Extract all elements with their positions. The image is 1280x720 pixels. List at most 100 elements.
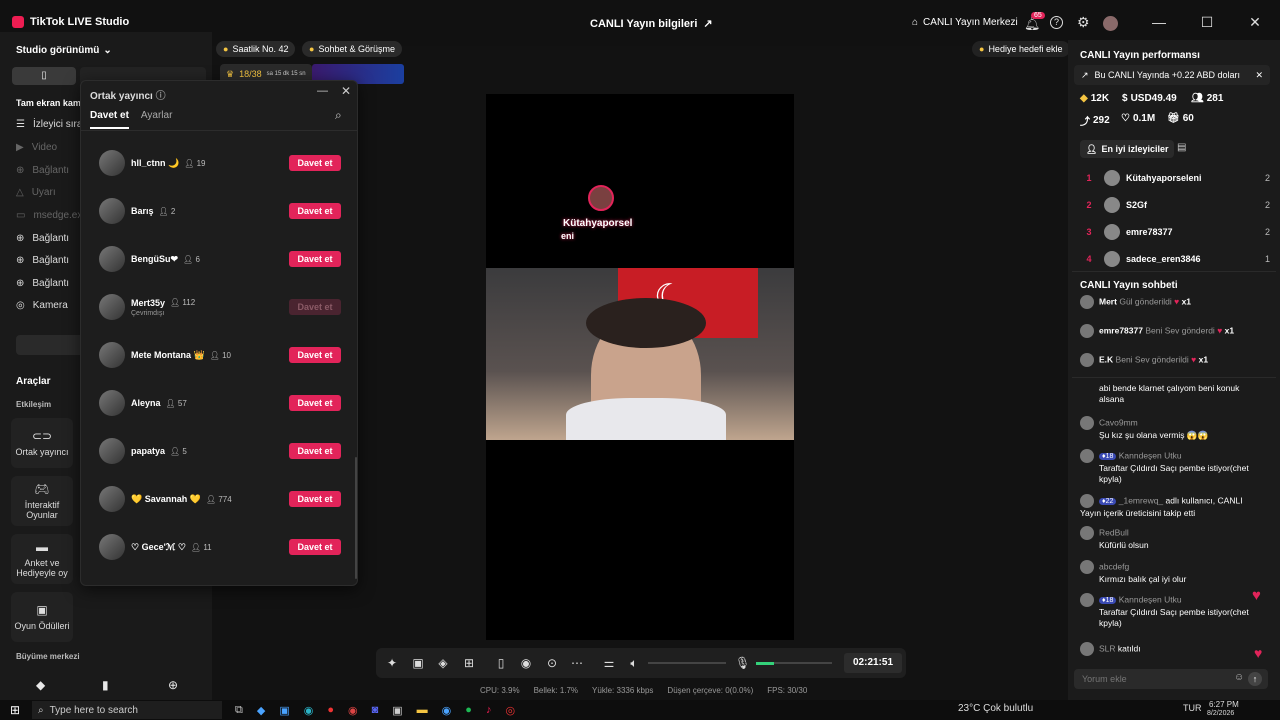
discord-icon[interactable]: ◙ <box>372 704 379 717</box>
chat-user[interactable]: _1emrewq_ <box>1119 495 1163 505</box>
games-tool[interactable]: 🎮︎ İnteraktif Oyunlar <box>11 476 73 526</box>
invite-button[interactable]: Davet et <box>289 443 341 459</box>
source-item[interactable]: ▶ Video <box>16 142 57 153</box>
ai-icon[interactable]: ◈ <box>436 656 450 670</box>
source-item[interactable]: ▭ msedge.exe <box>16 210 88 221</box>
chat-chip[interactable]: ● Sohbet & Görüşme <box>302 41 402 57</box>
hourly-rank-chip[interactable]: ● Saatlik No. 42 <box>216 41 296 57</box>
opera-icon[interactable]: ● <box>327 704 334 717</box>
edge-icon[interactable]: ◉ <box>304 704 314 717</box>
mixer-icon[interactable]: ⚌ <box>602 656 616 670</box>
minimize-icon[interactable]: — <box>1151 14 1167 30</box>
weather-text[interactable]: 23°C Çok bulutlu <box>958 703 1033 714</box>
maximize-icon[interactable]: ☐ <box>1199 14 1215 30</box>
source-item[interactable]: ⊕ Bağlantı <box>16 278 69 289</box>
close-icon[interactable]: ✕ <box>1247 14 1263 30</box>
folder-icon[interactable]: ▬ <box>417 704 428 717</box>
source-item[interactable]: ⊕ Bağlantı <box>16 233 69 244</box>
comment-box[interactable]: ☺ ↑ <box>1074 669 1268 689</box>
invite-button[interactable]: Davet et <box>289 539 341 555</box>
minimize-icon[interactable]: — <box>317 85 328 97</box>
close-icon[interactable]: ✕ <box>1255 70 1263 81</box>
game-rewards-tool[interactable]: ▣ Oyun Ödülleri <box>11 592 73 642</box>
tab-invite[interactable]: Davet et <box>90 110 129 129</box>
comment-input[interactable] <box>1082 672 1222 686</box>
app-icon[interactable]: ▣ <box>392 704 402 717</box>
chat-user[interactable]: Cavo9mm <box>1099 417 1138 427</box>
magic-icon[interactable]: ✦ <box>385 656 399 670</box>
microphone-icon[interactable]: 🎙︎ <box>735 656 750 670</box>
list-icon[interactable]: ▤ <box>1177 142 1186 153</box>
chat-user[interactable]: abcdefg <box>1099 561 1129 571</box>
copilot-icon[interactable]: ◆ <box>257 704 265 717</box>
cohost-tool[interactable]: ⊂⊃ Ortak yayıncı <box>11 418 73 468</box>
shield-icon[interactable]: ◆ <box>36 678 45 692</box>
volume-slider[interactable] <box>648 662 726 664</box>
tab-settings[interactable]: Ayarlar <box>141 110 173 129</box>
app-icon[interactable]: ◉ <box>348 704 358 717</box>
speaker-icon[interactable]: 🔈︎ <box>627 656 641 671</box>
viewer-row[interactable]: 4 sadece_eren3846 1 <box>1080 251 1270 267</box>
layout-icon[interactable]: ▣ <box>411 656 425 670</box>
source-item[interactable]: ⊕ Bağlantı <box>16 165 69 176</box>
poll-tool[interactable]: ▬ Anket ve Hediyeyle oy <box>11 534 73 584</box>
chrome-icon[interactable]: ◉ <box>442 704 452 717</box>
source-item[interactable]: △ Uyarı <box>16 187 56 198</box>
taskview-icon[interactable]: ⧉ <box>235 704 243 717</box>
viewer-row[interactable]: 1 Kütahyaporseleni 2 <box>1080 170 1270 186</box>
search-icon[interactable]: ⌕ <box>335 108 342 123</box>
spotify-icon[interactable]: ● <box>465 704 472 717</box>
app-icon[interactable]: ◎ <box>505 704 515 717</box>
live-info-title[interactable]: CANLI Yayın bilgileri ↗ <box>590 17 713 31</box>
invite-button[interactable]: Davet et <box>289 395 341 411</box>
language-indicator[interactable]: TUR <box>1183 703 1202 713</box>
portrait-view-button[interactable]: ▯ <box>12 67 76 85</box>
chat-user[interactable]: Kanndeşen Utku <box>1119 450 1182 460</box>
viewer-row[interactable]: 2 S2Gf 2 <box>1080 197 1270 213</box>
chat-user[interactable]: Kanndeşen Utku <box>1119 594 1182 604</box>
help-icon[interactable]: ? <box>1050 16 1063 29</box>
live-center-button[interactable]: ⌂ CANLI Yayın Merkezi <box>912 17 1018 28</box>
store-icon[interactable]: ▣ <box>279 704 289 717</box>
gear-icon[interactable]: ⚙ <box>1077 14 1090 31</box>
chat-user[interactable]: RedBull <box>1099 527 1129 537</box>
tiktok-icon[interactable]: ♪ <box>486 704 492 717</box>
invite-button[interactable]: Davet et <box>289 251 341 267</box>
invite-button[interactable]: Davet et <box>289 299 341 315</box>
invite-button[interactable]: Davet et <box>289 491 341 507</box>
record-icon[interactable]: ◉ <box>519 656 533 670</box>
mic-slider[interactable] <box>756 662 832 665</box>
more-icon[interactable]: ⋯ <box>570 656 584 670</box>
send-icon[interactable]: ↑ <box>1248 672 1262 686</box>
viewer-row[interactable]: 3 emre78377 2 <box>1080 224 1270 240</box>
diamonds-stat: ◆ 12K <box>1080 93 1109 104</box>
camera-feed: ☾ <box>486 268 794 440</box>
avatar[interactable] <box>1103 16 1118 31</box>
invite-button[interactable]: Davet et <box>289 347 341 363</box>
top-viewers-button[interactable]: 👤︎ En iyi izleyiciler <box>1080 140 1175 158</box>
source-item[interactable]: ◎ Kamera <box>16 300 68 311</box>
scrollbar[interactable] <box>355 457 357 579</box>
invite-name-line: Barış 👤︎ 2 <box>131 206 289 216</box>
share-icon[interactable]: ↗ <box>703 17 712 30</box>
chart-icon[interactable]: ▮ <box>102 678 109 692</box>
capture-icon[interactable]: ⊙ <box>545 656 559 670</box>
chat-user[interactable]: SLR <box>1099 643 1116 653</box>
studio-view-dropdown[interactable]: Studio görünümü ⌄ <box>16 45 112 56</box>
invite-button[interactable]: Davet et <box>289 155 341 171</box>
invite-button[interactable]: Davet et <box>289 203 341 219</box>
clock-date[interactable]: 8/2/2026 <box>1207 710 1234 717</box>
taskbar-search[interactable]: ⌕ Type here to search <box>32 701 222 719</box>
add-scene-icon[interactable]: ⊞ <box>462 656 476 670</box>
source-item[interactable]: ☰ İzleyici sıral <box>16 119 85 130</box>
emoji-icon[interactable]: ☺ <box>1234 672 1244 683</box>
compass-icon[interactable]: ⊕ <box>168 678 178 692</box>
chat-message: SLR katıldı <box>1080 642 1260 656</box>
windows-icon[interactable]: ⊞ <box>10 703 20 717</box>
source-item[interactable]: ⊕ Bağlantı <box>16 255 69 266</box>
chat-message: abcdefg Kırmızı balık çal iyi olur <box>1080 560 1260 585</box>
close-icon[interactable]: ✕ <box>341 84 351 98</box>
gift-goal-chip[interactable]: ● Hediye hedefi ekle <box>972 41 1070 57</box>
phone-icon[interactable]: ▯ <box>494 656 508 670</box>
clock-time[interactable]: 6:27 PM <box>1209 700 1239 709</box>
